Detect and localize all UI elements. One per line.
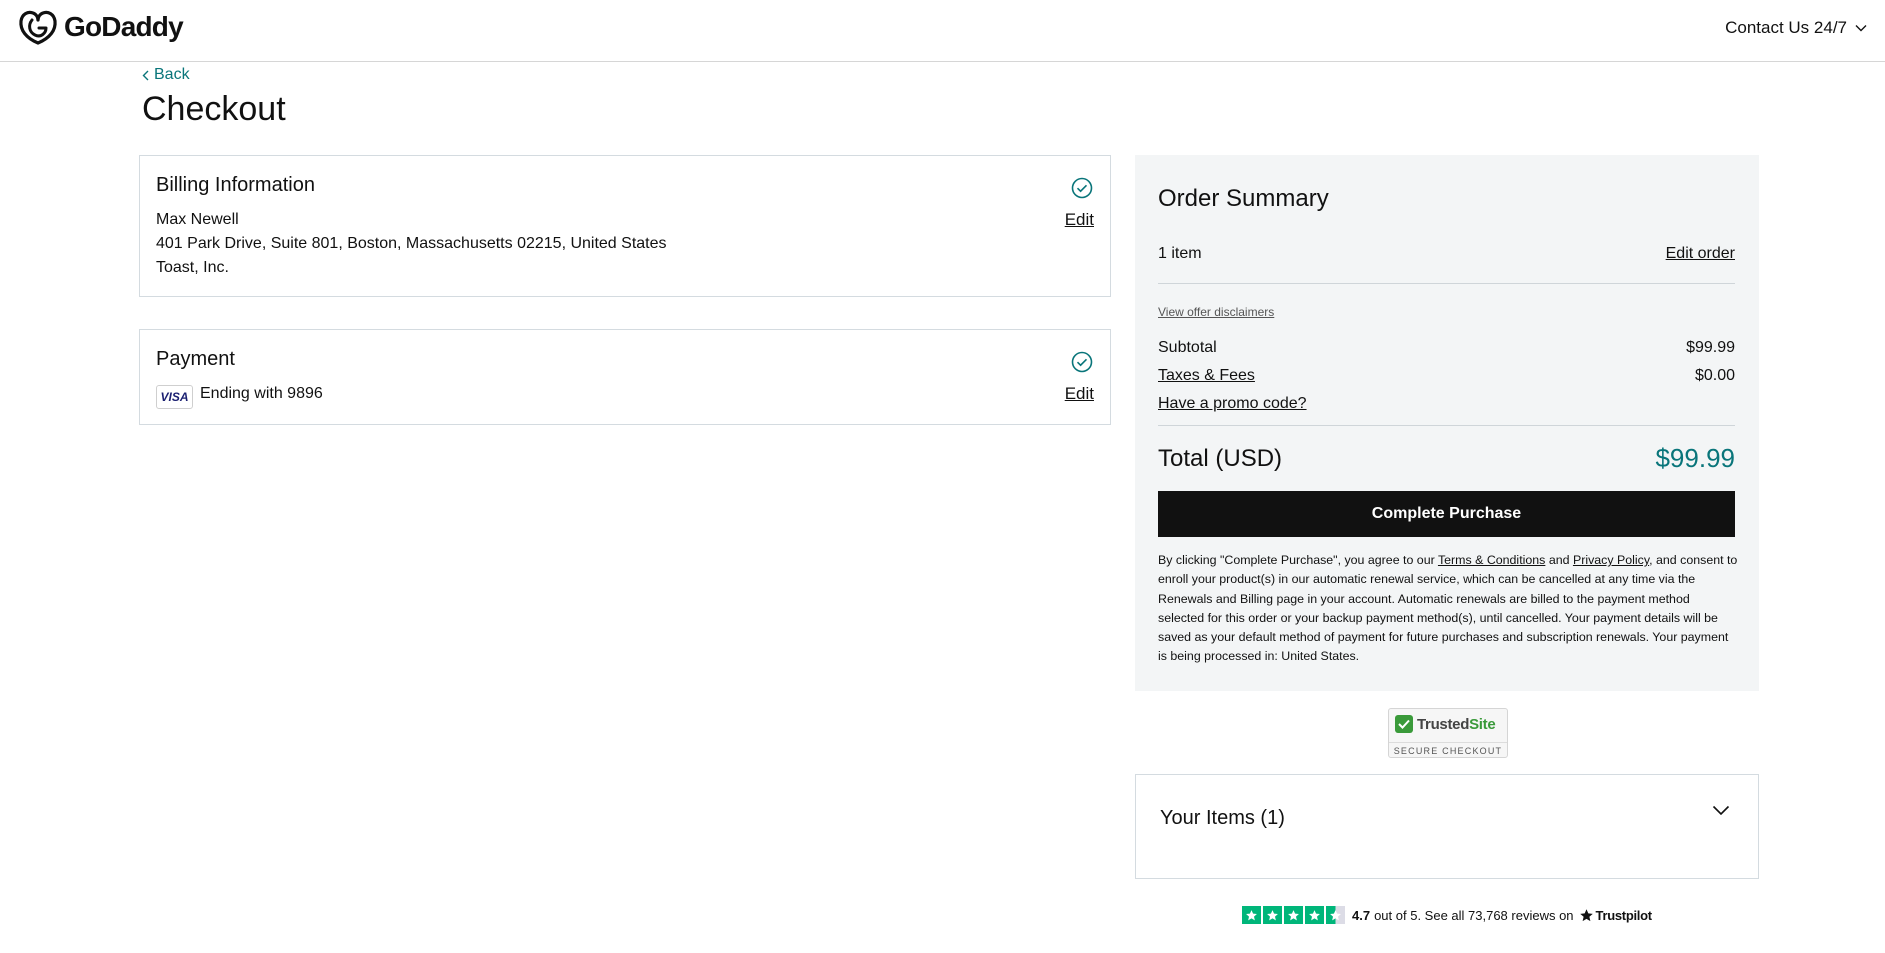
star-icon xyxy=(1305,906,1324,924)
visa-card-icon: VISA xyxy=(156,385,193,409)
summary-divider xyxy=(1158,283,1735,284)
legal-text-part1: By clicking "Complete Purchase", you agr… xyxy=(1158,553,1438,567)
billing-title: Billing Information xyxy=(156,174,315,196)
view-offer-disclaimers-link[interactable]: View offer disclaimers xyxy=(1158,305,1274,319)
trustedsite-name-part2: Site xyxy=(1469,715,1496,733)
check-circle-icon xyxy=(1071,177,1093,199)
trustedsite-badge[interactable]: TrustedSite SECURE CHECKOUT xyxy=(1388,708,1508,758)
subtotal-label: Subtotal xyxy=(1158,339,1217,356)
terms-conditions-link[interactable]: Terms & Conditions xyxy=(1438,553,1545,567)
your-items-accordion[interactable]: Your Items (1) xyxy=(1135,774,1759,879)
trustedsite-name: TrustedSite xyxy=(1417,715,1496,733)
total-row: Total (USD) $99.99 xyxy=(1158,443,1735,474)
item-count: 1 item xyxy=(1158,245,1202,262)
order-summary-title: Order Summary xyxy=(1158,185,1329,212)
back-label: Back xyxy=(154,66,190,83)
payment-card: Payment Edit VISA Ending with 9896 xyxy=(139,329,1111,425)
legal-text-part3: , and consent to enroll your product(s) … xyxy=(1158,553,1738,664)
page-title: Checkout xyxy=(142,90,286,128)
trustedsite-tagline: SECURE CHECKOUT xyxy=(1389,742,1507,756)
payment-title: Payment xyxy=(156,348,235,370)
billing-information-card: Billing Information Edit Max Newell 401 … xyxy=(139,155,1111,297)
contact-us-label: Contact Us 24/7 xyxy=(1725,18,1847,37)
trustpilot-rating: 4.7 xyxy=(1352,907,1371,923)
taxes-fees-link[interactable]: Taxes & Fees xyxy=(1158,367,1255,385)
legal-disclaimer-text: By clicking "Complete Purchase", you agr… xyxy=(1158,551,1738,667)
promo-code-link[interactable]: Have a promo code? xyxy=(1158,395,1307,413)
legal-text-part2: and xyxy=(1545,553,1573,567)
total-label: Total (USD) xyxy=(1158,444,1283,472)
brand-name: GoDaddy xyxy=(64,11,184,42)
trustedsite-check-icon xyxy=(1395,715,1413,733)
trustpilot-brand-label: Trustpilot xyxy=(1595,907,1653,923)
trustpilot-widget[interactable]: 4.7 out of 5. See all 73,768 reviews on … xyxy=(1242,906,1652,924)
billing-edit-link[interactable]: Edit xyxy=(1065,210,1094,230)
trustpilot-brand: Trustpilot xyxy=(1579,908,1652,923)
billing-address: 401 Park Drive, Suite 801, Boston, Massa… xyxy=(156,235,667,252)
your-items-title: Your Items (1) xyxy=(1160,807,1285,829)
total-value: $99.99 xyxy=(1655,443,1735,473)
trustpilot-text: out of 5. See all 73,768 reviews on xyxy=(1374,907,1574,923)
top-header: GoDaddy Contact Us 24/7 xyxy=(0,0,1885,62)
promo-row: Have a promo code? xyxy=(1158,395,1735,413)
privacy-policy-link[interactable]: Privacy Policy xyxy=(1573,553,1649,567)
chevron-down-icon xyxy=(1712,805,1730,816)
order-summary-panel: Order Summary 1 item Edit order View off… xyxy=(1135,155,1759,691)
trustpilot-star-icon xyxy=(1579,908,1593,921)
card-ending-text: Ending with 9896 xyxy=(200,385,323,402)
star-icon xyxy=(1242,906,1261,924)
taxes-value: $0.00 xyxy=(1694,367,1735,384)
star-icon xyxy=(1284,906,1303,924)
godaddy-logo-icon xyxy=(19,10,57,45)
back-link[interactable]: Back xyxy=(142,66,190,84)
subtotal-value: $99.99 xyxy=(1686,339,1735,356)
trustedsite-top: TrustedSite xyxy=(1395,715,1496,733)
half-star-icon xyxy=(1326,906,1345,924)
edit-order-link[interactable]: Edit order xyxy=(1666,245,1735,263)
chevron-down-icon xyxy=(1855,25,1867,32)
godaddy-logo[interactable]: GoDaddy xyxy=(18,8,184,46)
summary-divider xyxy=(1158,425,1735,426)
billing-company: Toast, Inc. xyxy=(156,259,229,276)
star-icon xyxy=(1263,906,1282,924)
payment-edit-link[interactable]: Edit xyxy=(1065,384,1094,404)
taxes-row: Taxes & Fees $0.00 xyxy=(1158,367,1735,385)
trustedsite-name-part1: Trusted xyxy=(1417,715,1470,733)
chevron-left-icon xyxy=(142,70,149,80)
star-rating xyxy=(1242,906,1347,924)
subtotal-row: Subtotal $99.99 xyxy=(1158,339,1735,357)
contact-us-menu[interactable]: Contact Us 24/7 xyxy=(1725,18,1867,38)
complete-purchase-button[interactable]: Complete Purchase xyxy=(1158,491,1735,537)
check-circle-icon xyxy=(1071,351,1093,373)
billing-name: Max Newell xyxy=(156,211,239,228)
